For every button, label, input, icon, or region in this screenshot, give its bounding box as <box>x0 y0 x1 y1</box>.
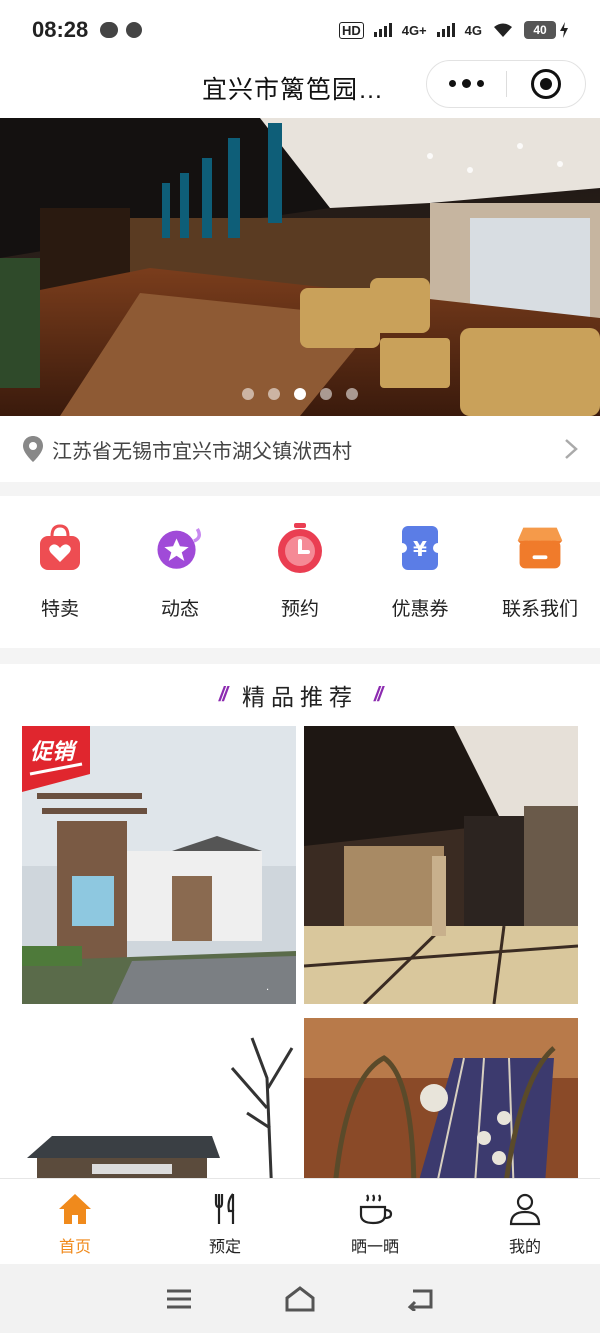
title-decoration-icon: // <box>218 683 228 706</box>
tab-label: 晒一晒 <box>350 1239 399 1256</box>
status-time: 08:28 <box>32 17 89 42</box>
tab-label: 预定 <box>208 1239 241 1256</box>
tea-table-photo <box>304 1018 578 1178</box>
menu-item-coupon[interactable]: ¥ 优惠券 <box>360 496 480 648</box>
menu-label: 预约 <box>280 599 319 620</box>
menu-item-news[interactable]: 动态 <box>120 496 240 648</box>
tab-label: 首页 <box>58 1239 91 1256</box>
yuan-ticket-icon: ¥ <box>394 522 446 574</box>
shop-store-icon <box>514 522 566 574</box>
section-title: 精品推荐 <box>242 684 358 710</box>
status-bar: 08:28 HD 4G+ 4G 40 <box>0 0 600 60</box>
network-label-1: 4G+ <box>401 22 427 38</box>
recommend-section: // 精品推荐 // . 促销 <box>0 664 600 1178</box>
menu-label: 联系我们 <box>501 599 578 620</box>
tab-share[interactable]: 晒一晒 <box>300 1179 450 1264</box>
more-button[interactable] <box>427 79 506 88</box>
building-tree-photo <box>22 1018 296 1178</box>
home-outline-icon[interactable] <box>284 1285 316 1312</box>
message-icon <box>126 22 143 38</box>
svg-text:.: . <box>266 982 269 993</box>
tab-reserve[interactable]: 预定 <box>150 1179 300 1264</box>
menu-lines-icon[interactable] <box>165 1288 193 1310</box>
close-target-icon <box>530 69 561 99</box>
quick-menu: 特卖 动态 预约 ¥ 优惠券 联系我们 <box>0 496 600 648</box>
carousel-dot[interactable] <box>268 388 280 400</box>
menu-item-reserve[interactable]: 预约 <box>240 496 360 648</box>
bottom-tab-bar: 首页 预定 晒一晒 我的 <box>0 1178 600 1264</box>
chevron-right-icon <box>565 439 578 459</box>
title-decoration-icon: // <box>374 683 383 706</box>
menu-label: 动态 <box>160 599 199 620</box>
tab-label: 我的 <box>508 1239 541 1256</box>
promo-badge-label: 促销 <box>30 739 75 764</box>
tab-mine[interactable]: 我的 <box>450 1179 600 1264</box>
product-card[interactable] <box>304 1018 578 1178</box>
promo-badge: 促销 <box>22 726 90 792</box>
battery-indicator: 40 <box>524 21 568 39</box>
carousel-dot[interactable] <box>242 388 254 400</box>
charging-icon <box>560 22 568 38</box>
location-pin-icon <box>23 436 43 462</box>
tab-home[interactable]: 首页 <box>0 1179 150 1264</box>
product-card[interactable] <box>304 726 578 1004</box>
product-card[interactable] <box>22 1018 296 1178</box>
star-bubble-icon <box>154 522 206 574</box>
close-button[interactable] <box>507 69 586 99</box>
alarm-clock-icon <box>274 522 326 574</box>
carousel-dot[interactable] <box>346 388 358 400</box>
network-label-2: 4G <box>464 22 482 38</box>
carousel-dot[interactable] <box>320 388 332 400</box>
signal-icon <box>373 23 392 37</box>
system-nav-bar <box>0 1264 600 1333</box>
shopping-bag-heart-icon <box>34 522 86 574</box>
page-title: 宜兴市篱笆园… <box>202 76 385 104</box>
miniprogram-capsule <box>426 60 586 108</box>
fork-knife-icon <box>214 1193 235 1224</box>
menu-label: 优惠券 <box>391 599 449 620</box>
menu-item-sale[interactable]: 特卖 <box>0 496 120 648</box>
coffee-cup-icon <box>359 1194 393 1225</box>
home-icon <box>59 1194 91 1224</box>
wifi-icon <box>494 23 512 37</box>
wechat-icon <box>100 22 119 38</box>
banner-image <box>0 118 600 416</box>
address-text: 江苏省无锡市宜兴市湖父镇洑西村 <box>52 440 352 463</box>
menu-label: 特卖 <box>40 599 79 620</box>
app-page: 08:28 HD 4G+ 4G 40 宜兴市篱笆园… 江苏省无锡市宜兴市湖父镇洑… <box>0 0 600 1333</box>
svg-text:¥: ¥ <box>413 537 427 561</box>
carousel-dot-active[interactable] <box>294 388 306 400</box>
signal-icon-2 <box>436 23 455 37</box>
address-row[interactable]: 江苏省无锡市宜兴市湖父镇洑西村 <box>0 416 600 482</box>
product-card[interactable]: . 促销 <box>22 726 296 1004</box>
lobby-photo <box>304 726 578 1004</box>
banner-carousel[interactable] <box>0 118 600 416</box>
nav-header: 宜兴市篱笆园… <box>0 60 600 118</box>
user-icon <box>509 1193 541 1226</box>
section-header: // 精品推荐 // <box>0 664 600 726</box>
menu-item-contact[interactable]: 联系我们 <box>480 496 600 648</box>
carousel-dots <box>0 388 600 400</box>
back-icon[interactable] <box>407 1287 435 1311</box>
hd-badge: HD <box>338 21 364 39</box>
